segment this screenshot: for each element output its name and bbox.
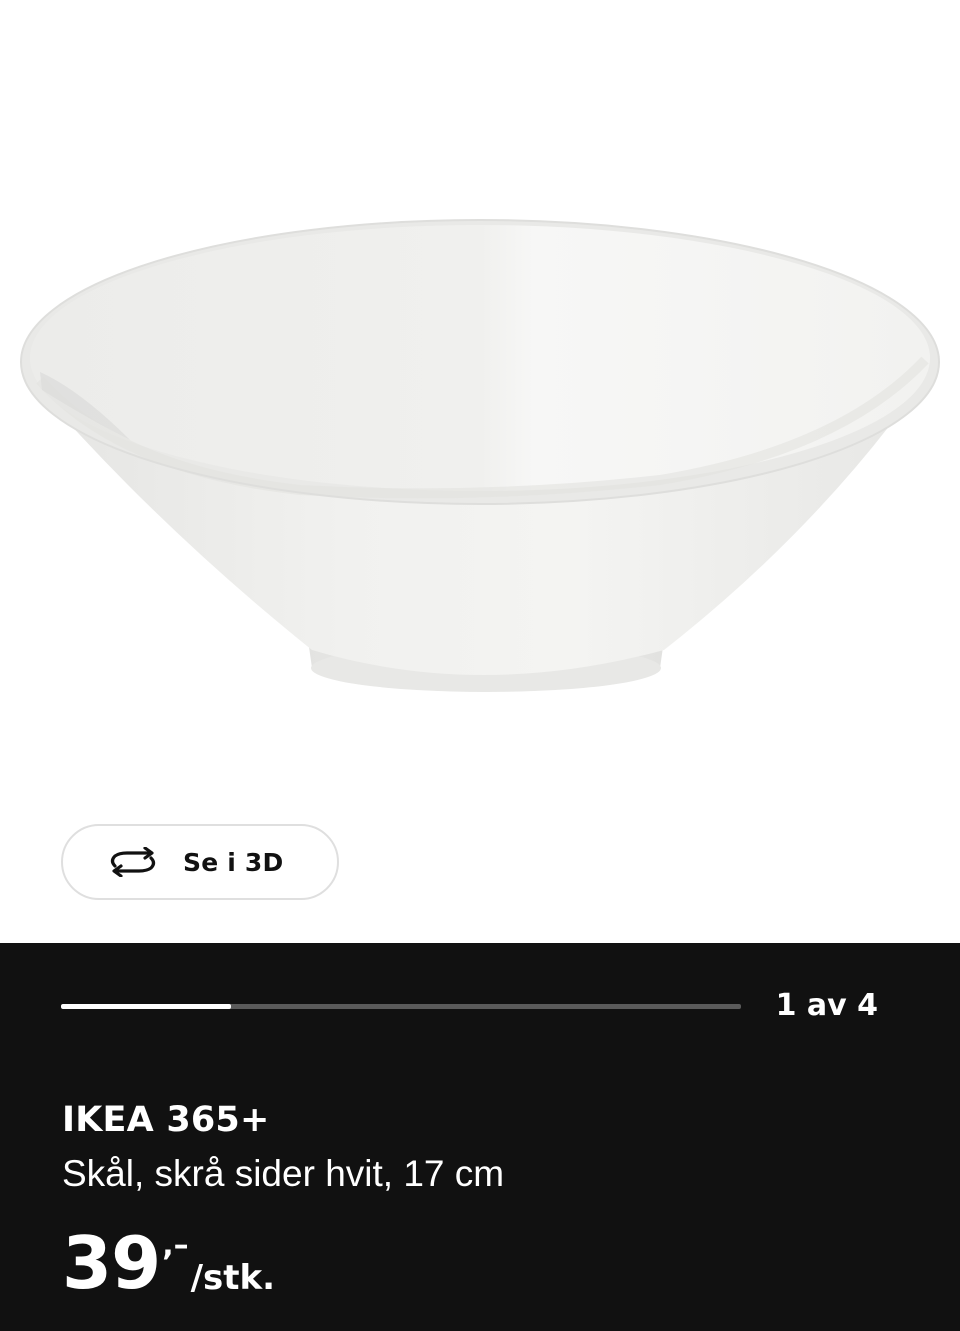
product-price: 39 ,– /stk. [62, 1227, 275, 1299]
price-decimals: ,– [162, 1228, 189, 1263]
product-brand[interactable]: IKEA 365+ [62, 1100, 270, 1140]
view-in-3d-button[interactable]: Se i 3D [61, 824, 339, 900]
product-image[interactable] [0, 0, 960, 800]
gallery-progress-fill [61, 1004, 231, 1009]
product-gallery[interactable]: Se i 3D [0, 0, 960, 943]
gallery-progress-bar [61, 1004, 741, 1009]
price-unit: /stk. [190, 1258, 276, 1298]
view-in-3d-label: Se i 3D [183, 847, 284, 877]
price-main: 39 [62, 1221, 161, 1305]
rotate-3d-icon [107, 846, 159, 878]
gallery-counter: 1 av 4 [775, 988, 878, 1023]
product-info-panel: 1 av 4 IKEA 365+ Skål, skrå sider hvit, … [0, 943, 960, 1331]
product-description: Skål, skrå sider hvit, 17 cm [62, 1153, 505, 1194]
product-page: Se i 3D 1 av 4 IKEA 365+ Skål, skrå side… [0, 0, 960, 1331]
